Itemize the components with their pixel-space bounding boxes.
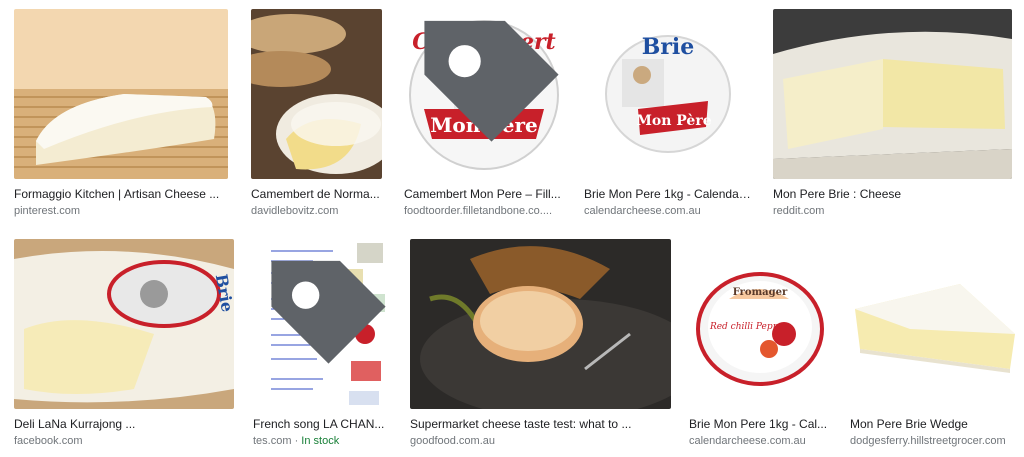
result-card-10[interactable]: Mon Pere Brie Wedge dodgesferry.hillstre… (850, 239, 1016, 449)
result-title[interactable]: Mon Pere Brie : Cheese (773, 186, 1012, 202)
result-source[interactable]: foodtoorder.filletandbone.co.... (404, 203, 565, 219)
result-source[interactable]: davidlebovitz.com (251, 203, 382, 219)
result-source[interactable]: pinterest.com (14, 203, 228, 219)
price-tag-icon (424, 20, 559, 142)
result-source[interactable]: calendarcheese.com.au (584, 203, 751, 219)
brie-wheel-image[interactable]: Brie (14, 239, 234, 409)
result-card-3[interactable]: Camembert Mon Père Camembert Mon Pere – … (404, 9, 565, 219)
result-card-1[interactable]: Formaggio Kitchen | Artisan Cheese ... p… (14, 9, 228, 219)
result-title[interactable]: Formaggio Kitchen | Artisan Cheese ... (14, 186, 228, 202)
brie-cut-open-image[interactable] (773, 9, 1012, 179)
worksheet-image[interactable] (253, 239, 390, 409)
result-source[interactable]: reddit.com (773, 203, 1012, 219)
result-title[interactable]: Brie Mon Pere 1kg - Cal... (689, 416, 831, 432)
camembert-label-image[interactable]: Camembert Mon Père (404, 9, 565, 179)
result-source[interactable]: calendarcheese.com.au (689, 433, 831, 449)
result-title[interactable]: Camembert de Norma... (251, 186, 382, 202)
brand-logo-line1: Fromager (733, 287, 788, 298)
brand-logo-line1: Brie (212, 273, 234, 314)
result-title[interactable]: Brie Mon Pere 1kg - Calendar ... (584, 186, 751, 202)
result-card-7[interactable]: French song LA CHAN... tes.com · In stoc… (253, 239, 390, 449)
cheese-on-plate-image[interactable] (410, 239, 671, 409)
price-tag-icon (271, 260, 386, 364)
result-source[interactable]: tes.com (253, 435, 292, 447)
brie-label-image[interactable]: Brie Mon Père (584, 9, 751, 179)
brie-wedge-image[interactable] (850, 239, 1016, 409)
result-card-5[interactable]: Mon Pere Brie : Cheese reddit.com (773, 9, 1012, 219)
stock-status: In stock (301, 435, 340, 447)
result-card-6[interactable]: Brie Deli LaNa Kurrajong ... facebook.co… (14, 239, 234, 449)
result-source[interactable]: facebook.com (14, 433, 234, 449)
result-title[interactable]: Mon Pere Brie Wedge (850, 416, 1016, 432)
result-title[interactable]: Deli LaNa Kurrajong ... (14, 416, 234, 432)
source-separator: · (291, 435, 302, 447)
result-title[interactable]: Supermarket cheese taste test: what to .… (410, 416, 671, 432)
result-card-4[interactable]: Brie Mon Père Brie Mon Pere 1kg - Calend… (584, 9, 751, 219)
brand-logo-line1: Brie (642, 34, 695, 60)
brand-logo-line2: Mon Père (636, 113, 711, 129)
result-card-8[interactable]: Supermarket cheese taste test: what to .… (410, 239, 671, 449)
result-card-2[interactable]: Camembert de Norma... davidlebovitz.com (251, 9, 382, 219)
camembert-with-bread-image[interactable] (251, 9, 382, 179)
brand-logo-line2: Red chilli Pepper (709, 322, 789, 332)
result-title[interactable]: Camembert Mon Pere – Fill... (404, 186, 565, 202)
brie-wedge-on-mat-image[interactable] (14, 9, 228, 179)
result-title[interactable]: French song LA CHAN... (253, 416, 390, 432)
result-source[interactable]: dodgesferry.hillstreetgrocer.com (850, 433, 1016, 449)
result-source-row: tes.com · In stock (253, 433, 390, 449)
fromager-pepper-image[interactable]: Fromager Red chilli Pepper (689, 239, 831, 409)
result-card-9[interactable]: Fromager Red chilli Pepper Brie Mon Pere… (689, 239, 831, 449)
result-source[interactable]: goodfood.com.au (410, 433, 671, 449)
